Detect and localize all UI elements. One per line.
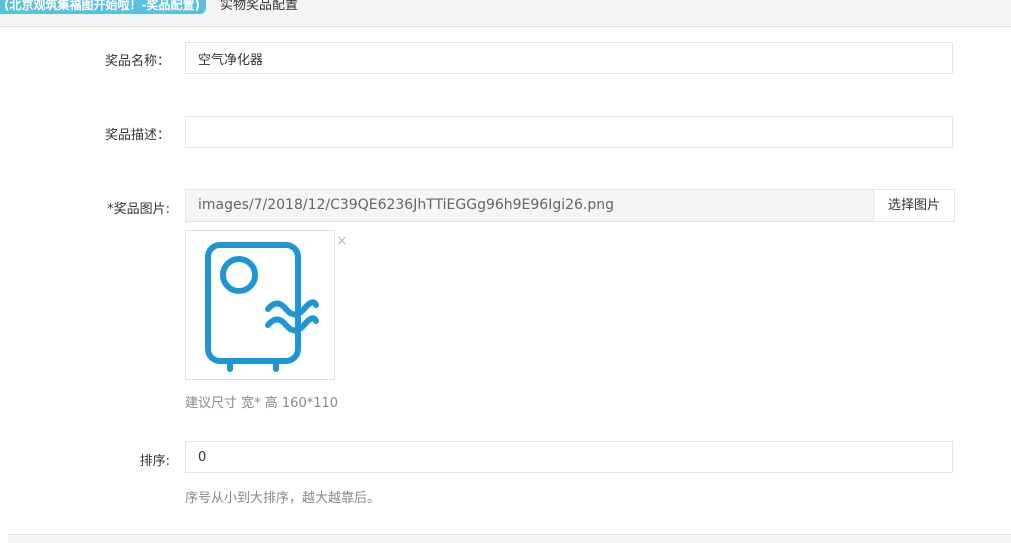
image-preview [185,230,335,380]
order-label: 排序: [139,454,170,469]
image-size-hint: 建议尺寸 宽* 高 160*110 [185,396,339,411]
air-purifier-icon [205,242,319,372]
top-bar: (北京观筑集福图开始啦！-奖品配置) 实物奖品配置 [0,0,1011,27]
remove-image-icon[interactable]: × [336,233,348,249]
choose-image-button[interactable]: 选择图片 [873,189,955,222]
page-title: 实物奖品配置 [220,0,299,13]
prize-name-label: 奖品名称： [104,54,170,69]
activity-badge[interactable]: (北京观筑集福图开始啦！-奖品配置) [0,0,206,14]
order-input[interactable] [185,441,953,473]
prize-image-label: *奖品图片: [107,202,170,217]
order-hint: 序号从小到大排序，越大越靠后。 [185,491,381,506]
prize-name-input[interactable] [185,42,953,74]
prize-description-input[interactable] [185,116,953,148]
image-path-field[interactable]: images/7/2018/12/C39QE6236JhTTiEGGg96h9E… [185,189,875,222]
prize-description-label: 奖品描述： [104,128,170,143]
